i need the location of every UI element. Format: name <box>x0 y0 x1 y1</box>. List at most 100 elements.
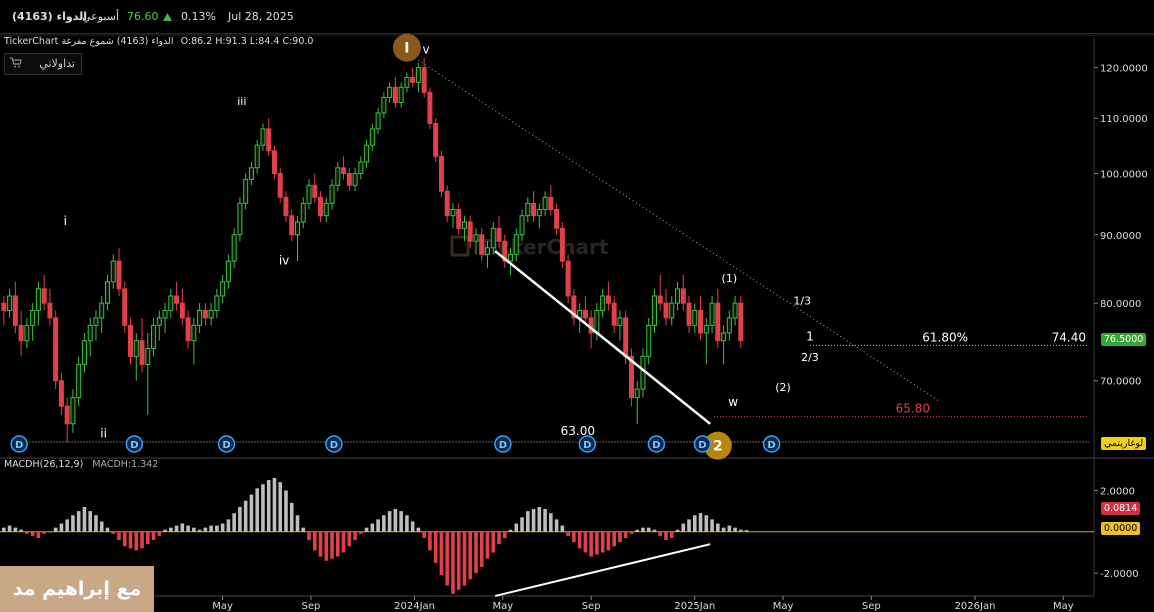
candle-body <box>64 405 70 425</box>
x-tick-label: Sep <box>582 601 601 612</box>
macd-bar <box>122 531 127 547</box>
candle-body <box>715 302 721 342</box>
candle-body <box>485 247 491 255</box>
candle-body <box>726 317 732 334</box>
macd-bar <box>117 531 121 541</box>
candle-body <box>375 112 381 130</box>
x-tick-label: May <box>212 601 233 612</box>
candle-body <box>433 122 439 157</box>
x-tick-label: 2026Jan <box>955 601 996 612</box>
candle-body <box>191 324 197 342</box>
candle-body <box>617 317 623 326</box>
candle-body <box>231 234 237 262</box>
candle-body <box>122 288 128 326</box>
macd-bar <box>111 531 116 534</box>
x-tick-label: 2025Jan <box>674 601 715 612</box>
macd-bar <box>520 517 524 532</box>
macd-bar <box>497 531 501 545</box>
x-tick-label: May <box>773 601 794 612</box>
macd-bar <box>704 515 709 532</box>
macd-bar <box>531 509 536 532</box>
macd-bar <box>479 531 484 567</box>
candle-body <box>70 397 76 425</box>
macd-bar <box>169 527 173 532</box>
log-scale-button[interactable]: لوغاريتمي <box>1101 437 1147 450</box>
candle-body <box>18 324 24 342</box>
candle-body <box>139 340 145 365</box>
macd-bar <box>128 531 133 549</box>
macd-bar <box>577 531 582 549</box>
candle-body <box>634 388 640 399</box>
macd-bar <box>289 502 294 532</box>
candle-body <box>202 309 208 319</box>
macd-bar <box>416 527 421 532</box>
candle-body <box>508 253 514 262</box>
candle-body <box>179 302 185 319</box>
macd-bar <box>157 531 162 536</box>
candle-body <box>352 173 358 186</box>
level-label-65: 65.80 <box>896 402 930 416</box>
macd-bar <box>318 531 323 557</box>
candle-body <box>243 178 249 204</box>
candle-body <box>277 173 283 198</box>
macd-bar <box>145 531 150 545</box>
macd-bar <box>220 523 225 532</box>
macd-value: MACDH:1.342 <box>92 459 159 470</box>
macd-bar <box>88 511 93 532</box>
macd-bar <box>612 531 616 547</box>
wave-label: iii <box>237 95 246 108</box>
candle-body <box>444 190 450 217</box>
candle-body <box>479 234 485 255</box>
candle-body <box>283 196 289 217</box>
macd-bar <box>151 531 156 541</box>
candle-body <box>237 202 243 236</box>
dividend-marker-label: D <box>222 440 230 451</box>
macd-bar <box>485 531 490 559</box>
macd-bar <box>71 515 75 532</box>
candle-body <box>110 260 116 283</box>
macd-bar <box>370 523 375 532</box>
dividend-marker-label: D <box>767 440 775 451</box>
candle-body <box>536 208 542 217</box>
candle-body <box>686 302 692 326</box>
macd-bar <box>312 531 317 551</box>
x-tick-label: Sep <box>301 601 320 612</box>
candle-body <box>398 86 404 104</box>
wave-label: ii <box>100 426 107 440</box>
price-chart[interactable]: TickerChart120.0000110.0000100.000090.00… <box>0 0 1154 612</box>
candle-body <box>289 215 295 236</box>
candle-body <box>335 167 341 186</box>
macd-bar <box>105 527 110 532</box>
fib-label: 61.80% <box>922 330 968 344</box>
macd-bar <box>99 521 104 532</box>
candle-body <box>87 324 93 342</box>
candle-body <box>450 208 456 217</box>
candle-body <box>657 295 663 304</box>
candle-body <box>415 67 421 83</box>
candle-body <box>47 302 53 319</box>
candle-body <box>646 324 652 357</box>
macd-bar <box>658 531 663 536</box>
wave-label: (2) <box>775 381 791 394</box>
candle-body <box>312 184 318 198</box>
macd-bar <box>7 525 12 532</box>
macd-bar <box>261 484 265 532</box>
candle-body <box>225 260 231 283</box>
candle-body <box>128 324 134 357</box>
wave-label: v <box>423 42 430 56</box>
candle-body <box>266 128 272 152</box>
macd-bar <box>560 525 565 532</box>
candle-body <box>554 208 560 229</box>
macd-bar <box>2 527 6 532</box>
candle-body <box>168 295 174 311</box>
macd-bar <box>82 506 87 532</box>
macd-bar <box>203 527 208 532</box>
candle-body <box>248 167 254 180</box>
macd-name: MACDH(26,12,9) <box>4 459 84 470</box>
candle-body <box>220 281 226 297</box>
macd-bar <box>65 519 69 532</box>
macd-bar <box>727 525 732 532</box>
candle-body <box>738 302 744 342</box>
candle-body <box>680 288 686 304</box>
candle-body <box>709 302 715 326</box>
